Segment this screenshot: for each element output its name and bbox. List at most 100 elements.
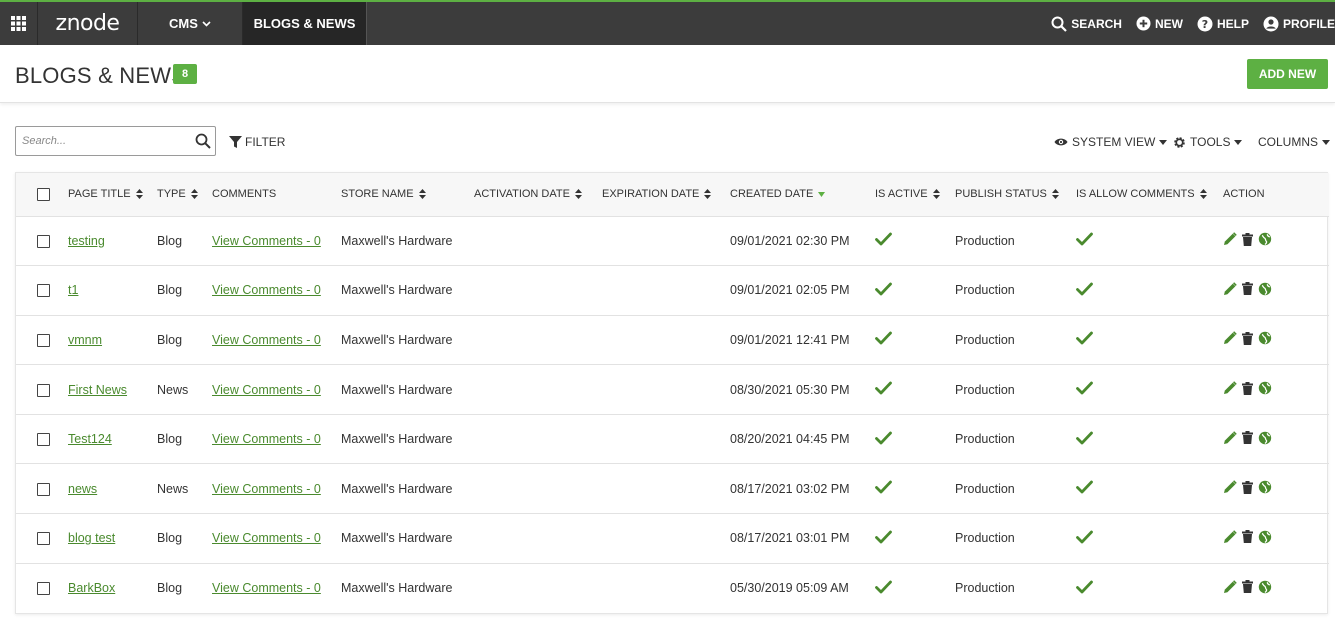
delete-button[interactable] — [1242, 530, 1253, 544]
column-is-allow-comments[interactable]: IS ALLOW COMMENTS — [1076, 173, 1223, 216]
delete-button[interactable] — [1242, 331, 1253, 345]
select-all-checkbox[interactable] — [37, 187, 50, 201]
action-cell — [1223, 414, 1329, 464]
is-active-cell — [875, 414, 955, 464]
row-checkbox[interactable] — [37, 433, 50, 447]
delete-button[interactable] — [1242, 282, 1253, 296]
tools-dropdown[interactable]: TOOLS — [1173, 135, 1243, 149]
view-comments-link[interactable]: View Comments - 0 — [212, 581, 321, 595]
activation-date-cell — [474, 266, 602, 316]
search-box — [15, 126, 216, 156]
view-comments-link[interactable]: View Comments - 0 — [212, 383, 321, 397]
edit-button[interactable] — [1223, 579, 1237, 594]
check-icon — [875, 332, 892, 345]
check-icon — [875, 431, 892, 445]
publish-button[interactable] — [1258, 282, 1272, 296]
search-submit-button[interactable] — [195, 133, 211, 152]
gear-icon — [1174, 136, 1185, 148]
action-cell — [1223, 216, 1329, 266]
plus-circle-icon — [1136, 16, 1151, 31]
column-created-date[interactable]: CREATED DATE — [730, 173, 875, 216]
is-allow-comments-cell — [1076, 414, 1223, 464]
filter-icon — [229, 135, 242, 148]
nav-blogs-news[interactable]: BLOGS & NEWS — [243, 2, 367, 45]
filter-button[interactable]: FILTER — [229, 135, 285, 149]
page-title-link[interactable]: news — [68, 482, 97, 496]
nav-profile-link[interactable]: PROFILE — [1263, 16, 1335, 32]
delete-button[interactable] — [1242, 480, 1253, 494]
table-row: vmnm Blog View Comments - 0 Maxwell's Hardw… — [16, 315, 1329, 365]
row-checkbox[interactable] — [37, 284, 50, 298]
delete-button[interactable] — [1242, 232, 1253, 246]
store-name-cell: Maxwell's Hardware — [341, 382, 453, 397]
edit-button[interactable] — [1223, 480, 1237, 494]
edit-button[interactable] — [1223, 282, 1237, 296]
delete-button[interactable] — [1242, 580, 1253, 594]
is-active-cell — [875, 563, 955, 613]
type-cell: News — [157, 382, 189, 397]
activation-date-cell — [474, 464, 602, 514]
publish-button[interactable] — [1258, 530, 1272, 544]
row-checkbox[interactable] — [37, 532, 50, 546]
page-title-link[interactable]: t1 — [68, 283, 78, 297]
publish-button[interactable] — [1258, 580, 1272, 594]
publish-button[interactable] — [1258, 480, 1272, 494]
table-row: First News News View Comments - 0 Maxwell's… — [16, 364, 1329, 415]
publish-button[interactable] — [1258, 431, 1272, 445]
is-active-cell — [875, 365, 955, 415]
page-title-link[interactable]: BarkBox — [68, 581, 115, 595]
add-new-button[interactable]: ADD NEW — [1247, 59, 1328, 89]
delete-button[interactable] — [1242, 431, 1253, 445]
row-checkbox[interactable] — [37, 234, 50, 248]
apps-menu-button[interactable] — [0, 2, 38, 45]
view-comments-link[interactable]: View Comments - 0 — [212, 333, 321, 347]
nav-help-link[interactable]: ? HELP — [1197, 16, 1249, 32]
view-comments-link[interactable]: View Comments - 0 — [212, 531, 321, 545]
row-checkbox[interactable] — [37, 582, 50, 596]
search-input[interactable] — [16, 128, 186, 154]
edit-button[interactable] — [1223, 530, 1237, 544]
columns-dropdown[interactable]: COLUMNS — [1258, 135, 1331, 149]
sort-icon — [1051, 189, 1059, 200]
search-icon — [1051, 16, 1068, 32]
publish-button[interactable] — [1258, 331, 1272, 345]
column-expiration-date[interactable]: EXPIRATION DATE — [602, 173, 730, 216]
column-publish-status[interactable]: PUBLISH STATUS — [955, 173, 1076, 216]
column-activation-date[interactable]: ACTIVATION DATE — [474, 173, 602, 216]
row-checkbox[interactable] — [37, 334, 50, 348]
nav-search-link[interactable]: SEARCH — [1051, 16, 1122, 32]
system-view-dropdown[interactable]: SYSTEM VIEW — [1054, 135, 1168, 149]
type-cell: News — [157, 481, 189, 496]
page-title-link[interactable]: testing — [68, 234, 105, 248]
column-store-name[interactable]: STORE NAME — [341, 173, 474, 216]
column-type[interactable]: TYPE — [157, 173, 212, 216]
expiration-date-cell — [602, 266, 730, 316]
nav-cms-menu[interactable]: CMS — [138, 2, 243, 45]
view-comments-link[interactable]: View Comments - 0 — [212, 432, 321, 446]
delete-button[interactable] — [1242, 381, 1253, 395]
globe-icon — [1258, 233, 1272, 246]
view-comments-link[interactable]: View Comments - 0 — [212, 283, 321, 297]
nav-new-link[interactable]: NEW — [1136, 16, 1183, 31]
edit-button[interactable] — [1223, 430, 1237, 445]
row-checkbox[interactable] — [37, 383, 50, 397]
created-date-cell: 09/01/2021 02:30 PM — [730, 233, 850, 248]
view-comments-link[interactable]: View Comments - 0 — [212, 234, 321, 248]
edit-button[interactable] — [1223, 232, 1237, 246]
edit-button[interactable] — [1223, 331, 1237, 345]
znode-logo[interactable]: znode — [38, 2, 138, 45]
sort-icon — [574, 189, 582, 200]
page-title-link[interactable]: First News — [68, 383, 127, 397]
page-title-link[interactable]: vmnm — [68, 333, 102, 347]
column-page-title[interactable]: PAGE TITLE — [68, 173, 157, 216]
activation-date-cell — [474, 365, 602, 415]
table-row: t1 Blog View Comments - 0 Maxwell's Hardwar… — [16, 265, 1329, 316]
view-comments-link[interactable]: View Comments - 0 — [212, 482, 321, 496]
publish-button[interactable] — [1258, 232, 1272, 246]
column-is-active[interactable]: IS ACTIVE — [875, 173, 955, 216]
row-checkbox[interactable] — [37, 482, 50, 496]
page-title-link[interactable]: Test124 — [68, 432, 112, 446]
publish-button[interactable] — [1258, 381, 1272, 395]
page-title-link[interactable]: blog test — [68, 531, 115, 545]
edit-button[interactable] — [1223, 381, 1237, 395]
